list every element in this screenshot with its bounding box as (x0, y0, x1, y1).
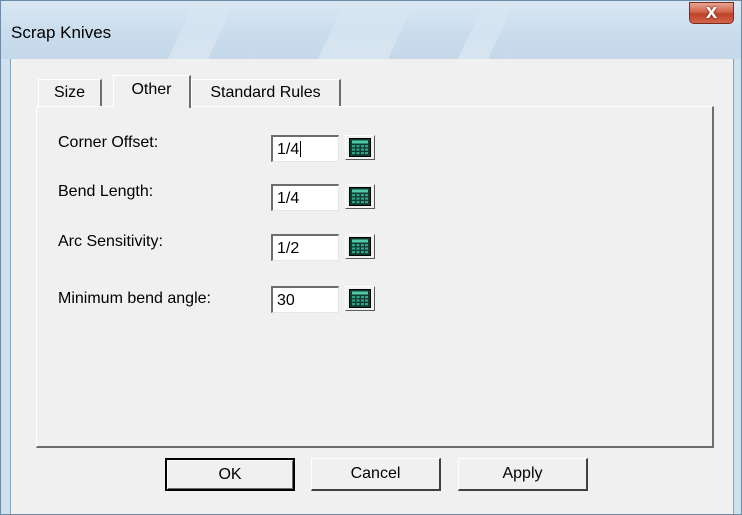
apply-button[interactable]: Apply (458, 458, 588, 491)
field-value: 30 (277, 292, 295, 309)
cancel-button-label: Cancel (350, 465, 401, 482)
calculator-icon (349, 187, 371, 206)
title-bar-glass (457, 1, 515, 61)
tab-panel-other (36, 106, 714, 448)
text-caret (300, 141, 302, 157)
window-title: Scrap Knives (11, 23, 112, 42)
arc-sensitivity-label: Arc Sensitivity: (58, 233, 163, 250)
close-icon: X (705, 4, 718, 22)
minimum-bend-angle-field[interactable]: 30 (271, 286, 339, 313)
title-bar-glass (317, 1, 415, 61)
ok-button[interactable]: OK (165, 458, 295, 491)
cancel-button[interactable]: Cancel (311, 458, 441, 491)
arc-sensitivity-field[interactable]: 1/2 (271, 234, 339, 261)
corner-offset-label: Corner Offset: (58, 134, 159, 151)
dialog-window: Scrap Knives X Size Other Standard Rules… (0, 0, 742, 515)
calculator-icon (349, 138, 371, 157)
tab-label: Standard Rules (210, 84, 321, 101)
corner-offset-field[interactable]: 1/4 (271, 135, 339, 162)
tab-other[interactable]: Other (113, 75, 191, 108)
minimum-bend-angle-calculator-button[interactable] (345, 286, 375, 311)
tab-size[interactable]: Size (38, 79, 102, 106)
minimum-bend-angle-label: Minimum bend angle: (58, 290, 211, 307)
calculator-icon (349, 289, 371, 308)
bend-length-calculator-button[interactable] (345, 184, 375, 209)
tab-label: Other (131, 81, 172, 98)
close-button[interactable]: X (689, 2, 734, 24)
corner-offset-calculator-button[interactable] (345, 135, 375, 160)
bend-length-label: Bend Length: (58, 183, 154, 200)
title-bar-glass (167, 1, 235, 61)
field-value: 1/4 (277, 141, 300, 158)
apply-button-label: Apply (502, 465, 543, 482)
calculator-icon (349, 237, 371, 256)
tab-standard-rules[interactable]: Standard Rules (191, 79, 341, 106)
title-bar[interactable]: Scrap Knives X (1, 1, 741, 61)
field-value: 1/2 (277, 240, 300, 257)
bend-length-field[interactable]: 1/4 (271, 184, 339, 211)
ok-button-label: OK (218, 465, 242, 483)
arc-sensitivity-calculator-button[interactable] (345, 234, 375, 259)
field-value: 1/4 (277, 190, 300, 207)
tab-label: Size (53, 84, 86, 101)
